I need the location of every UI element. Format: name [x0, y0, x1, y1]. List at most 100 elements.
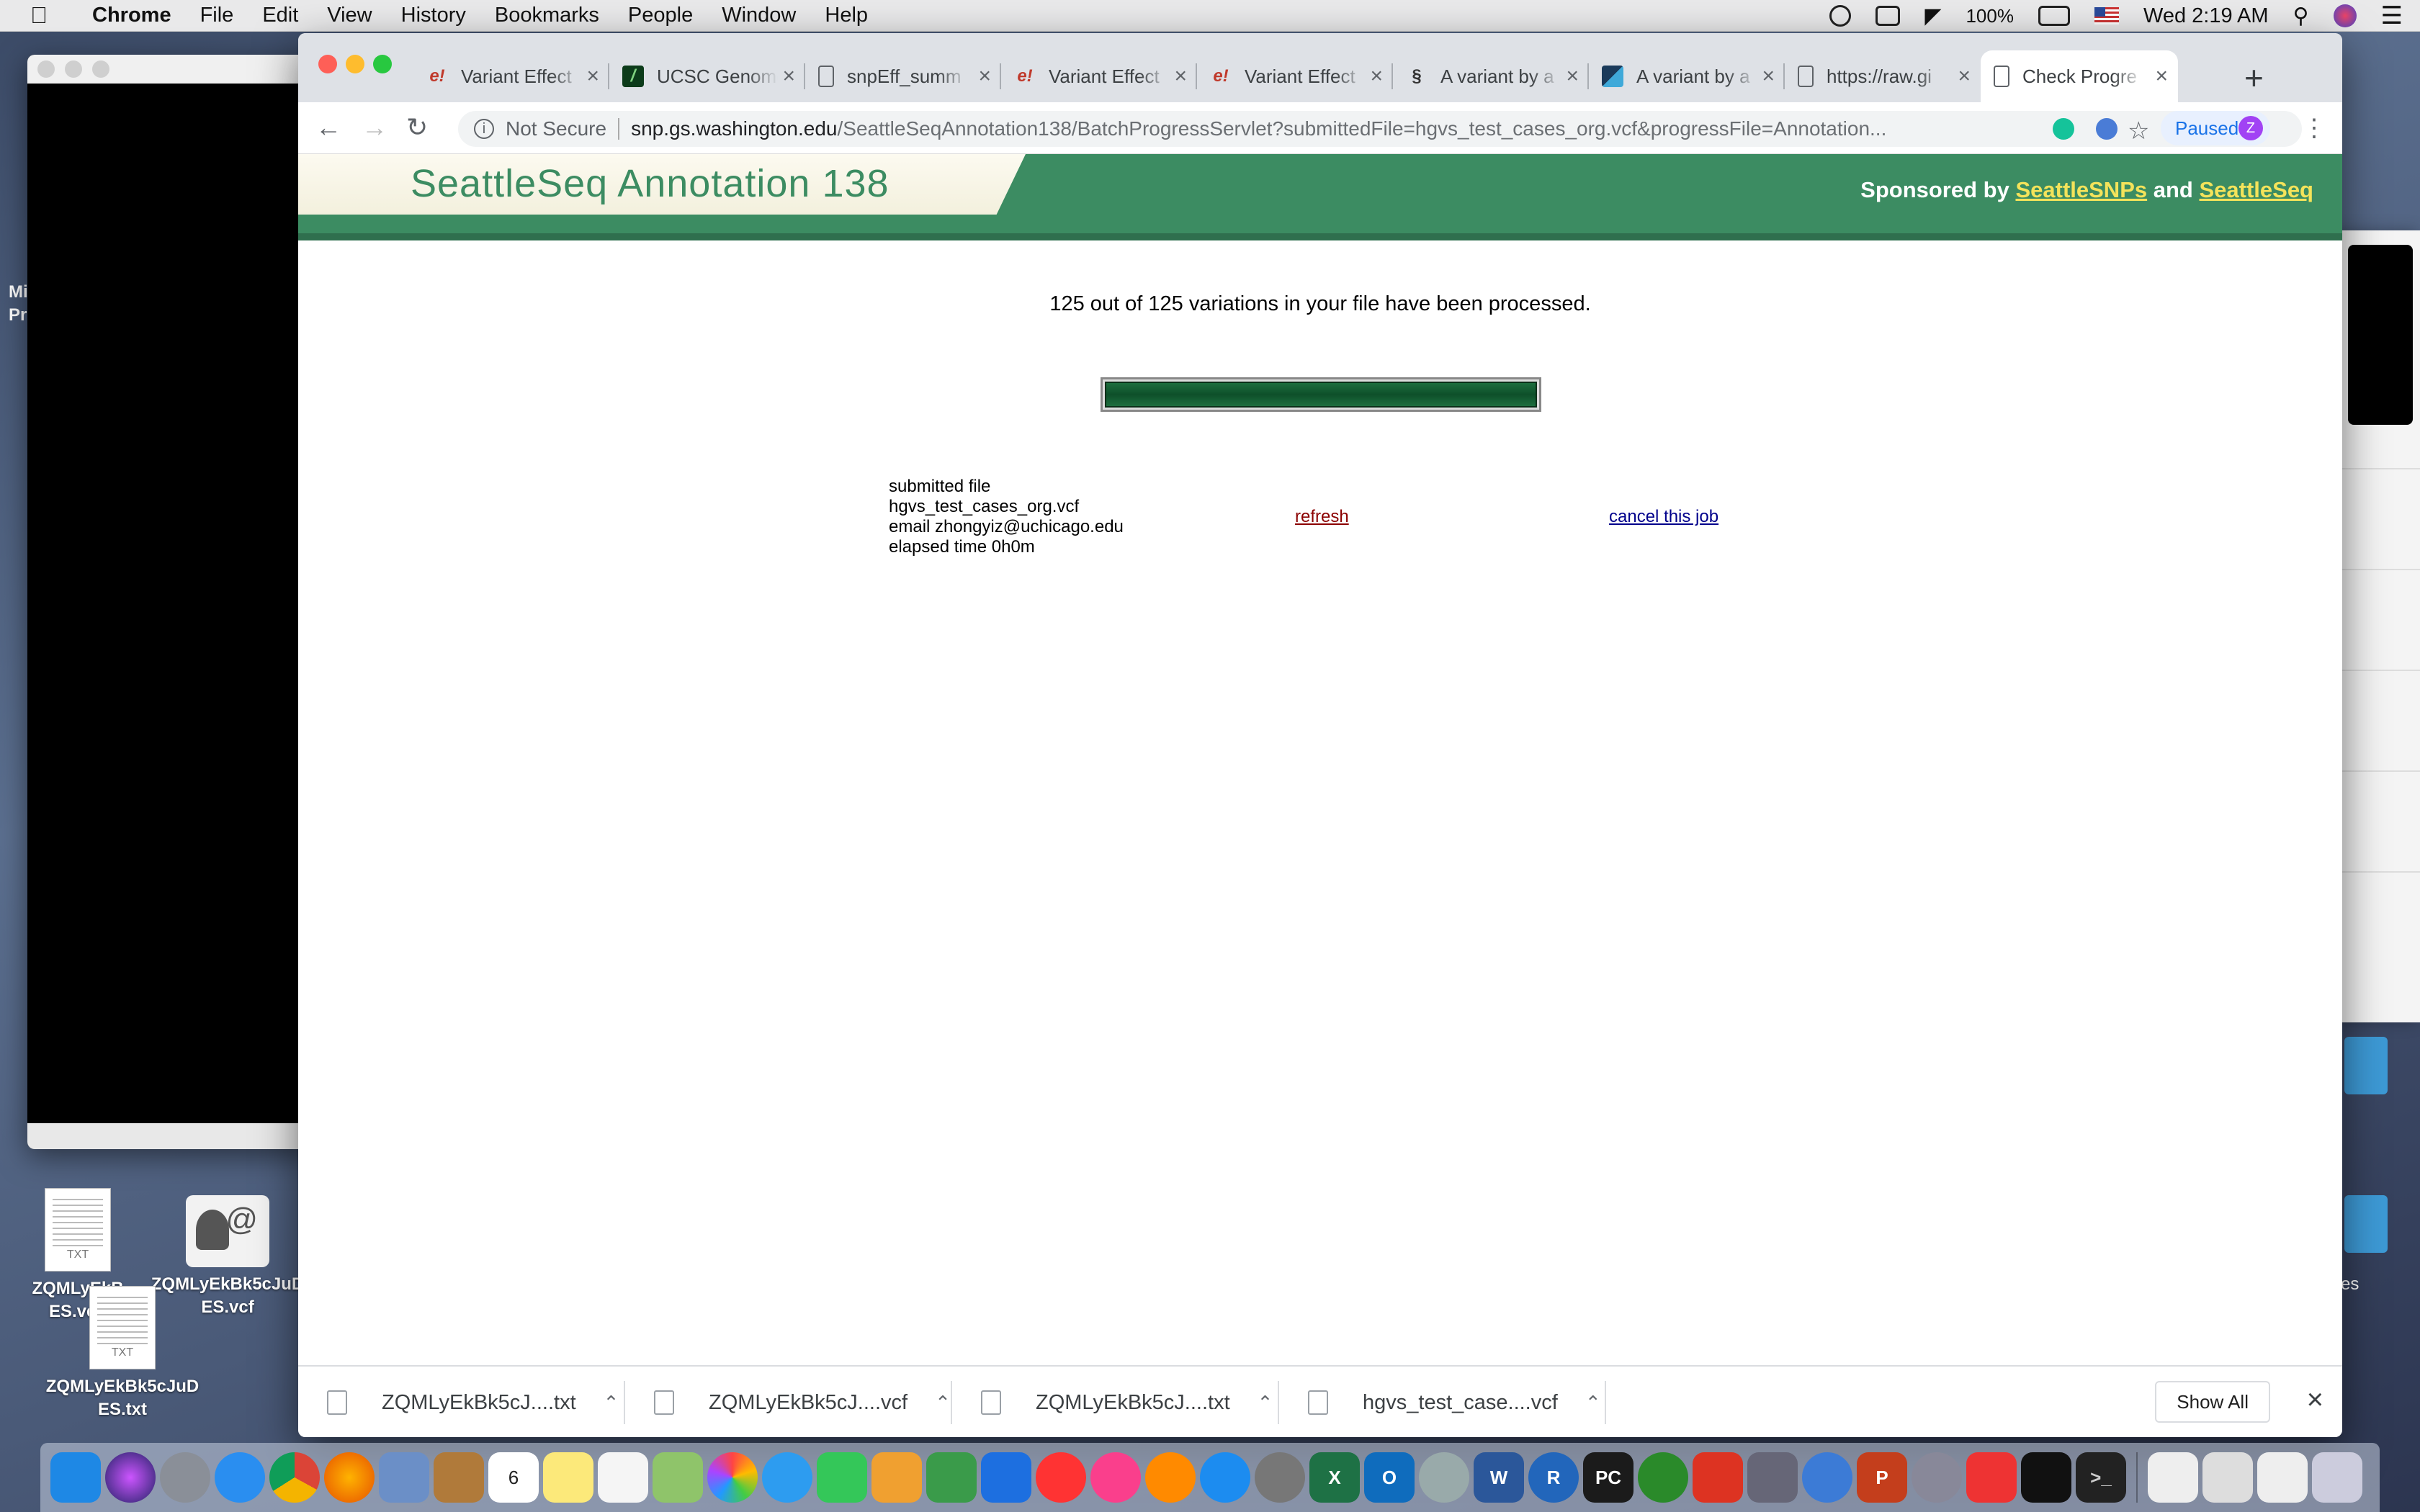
tab-variant-effect-2[interactable]: e! Variant Effect ×	[1001, 50, 1197, 102]
background-terminal-window[interactable]	[27, 55, 315, 1149]
battery-icon[interactable]	[2038, 6, 2070, 26]
airplay-icon[interactable]	[1876, 6, 1901, 26]
menu-window[interactable]: Window	[707, 4, 810, 27]
menu-help[interactable]: Help	[810, 4, 882, 27]
close-tab-icon[interactable]: ×	[1958, 64, 1971, 89]
word-icon[interactable]: W	[1474, 1452, 1524, 1503]
music-icon[interactable]	[1090, 1452, 1141, 1503]
siri-icon[interactable]	[105, 1452, 156, 1503]
reload-icon[interactable]: ↻	[406, 112, 428, 143]
trash-icon[interactable]	[2312, 1452, 2362, 1503]
zoom-window-button[interactable]	[373, 55, 392, 73]
tex-icon[interactable]	[1912, 1452, 1962, 1503]
facetime-icon[interactable]	[817, 1452, 867, 1503]
system-preferences-icon[interactable]	[1255, 1452, 1305, 1503]
wifi-icon[interactable]: ◤	[1924, 4, 1941, 29]
downloads-stack-icon[interactable]	[2257, 1452, 2308, 1503]
download-item[interactable]: ZQMLyEkBk5cJ....txt ⌃	[952, 1367, 1279, 1437]
siri-icon[interactable]	[2333, 4, 2357, 27]
notes-icon[interactable]	[543, 1452, 593, 1503]
download-item[interactable]: ZQMLyEkBk5cJ....vcf ⌃	[625, 1367, 952, 1437]
virtualbox-icon[interactable]	[1747, 1452, 1798, 1503]
seattlesnps-link[interactable]: SeattleSNPs	[2015, 177, 2147, 202]
preview-icon[interactable]	[379, 1452, 429, 1503]
tab-variant-effect-3[interactable]: e! Variant Effect ×	[1197, 50, 1393, 102]
finder-icon[interactable]	[50, 1452, 101, 1503]
chrome-icon[interactable]	[269, 1452, 320, 1503]
security-status[interactable]: Not Secure	[506, 117, 606, 140]
download-item[interactable]: hgvs_test_case....vcf ⌃	[1279, 1367, 1606, 1437]
apple-menu-icon[interactable]: 	[0, 2, 78, 29]
close-tab-icon[interactable]: ×	[1174, 64, 1187, 89]
qq-status-icon[interactable]	[1829, 5, 1852, 27]
tab-snpeff-summary[interactable]: snpEff_summ ×	[805, 50, 1001, 102]
search-extension-icon[interactable]	[2096, 118, 2118, 140]
photos-icon[interactable]	[707, 1452, 758, 1503]
pdf-reader-icon[interactable]	[1966, 1452, 2017, 1503]
site-info-icon[interactable]: i	[474, 119, 494, 139]
terminal-icon[interactable]: >_	[2076, 1452, 2126, 1503]
close-tab-icon[interactable]: ×	[2155, 64, 2168, 89]
back-arrow-icon[interactable]: ←	[315, 112, 341, 143]
chevron-up-icon[interactable]: ⌃	[604, 1392, 619, 1414]
address-bar[interactable]: i Not Secure snp.gs.washington.edu /Seat…	[458, 111, 2302, 147]
tab-a-variant-by-2[interactable]: A variant by a ×	[1589, 50, 1785, 102]
chevron-up-icon[interactable]: ⌃	[1585, 1392, 1601, 1414]
menu-view[interactable]: View	[313, 4, 386, 27]
desktop-file-txt[interactable]: ZQMLyEkBk5cJuD ES.txt	[43, 1286, 202, 1421]
refresh-link[interactable]: refresh	[1295, 507, 1349, 527]
desktop-tile[interactable]	[2344, 1037, 2388, 1094]
desktop-tile[interactable]	[2344, 1195, 2388, 1253]
background-window-right[interactable]	[2334, 230, 2420, 1022]
spotlight-search-icon[interactable]: ⚲	[2293, 4, 2309, 29]
circular-app-icon[interactable]	[1638, 1452, 1688, 1503]
close-tab-icon[interactable]: ×	[978, 64, 991, 89]
pycharm-icon[interactable]: PC	[1583, 1452, 1634, 1503]
menu-history[interactable]: History	[387, 4, 480, 27]
bookmark-star-icon[interactable]: ☆	[2128, 117, 2149, 145]
news-icon[interactable]	[1036, 1452, 1086, 1503]
close-tab-icon[interactable]: ×	[782, 64, 795, 89]
notification-center-icon[interactable]: ☰	[2381, 1, 2403, 30]
reminders-icon[interactable]	[598, 1452, 648, 1503]
app-store-icon[interactable]	[1200, 1452, 1250, 1503]
messages-icon[interactable]	[762, 1452, 812, 1503]
books-icon[interactable]	[1145, 1452, 1196, 1503]
menubar-clock[interactable]: Wed 2:19 AM	[2143, 4, 2269, 28]
menu-app-name[interactable]: Chrome	[78, 4, 186, 27]
youdao-dictionary-icon[interactable]	[1693, 1452, 1743, 1503]
window-title-bar[interactable]	[27, 55, 315, 84]
download-item[interactable]: ZQMLyEkBk5cJ....txt ⌃	[298, 1367, 625, 1437]
tab-raw-github[interactable]: https://raw.gi ×	[1785, 50, 1981, 102]
terminal-window-icon[interactable]	[2021, 1452, 2071, 1503]
close-window-button[interactable]	[318, 55, 337, 73]
calendar-icon[interactable]: 6	[488, 1452, 539, 1503]
menu-people[interactable]: People	[614, 4, 707, 27]
close-tab-icon[interactable]: ×	[1370, 64, 1383, 89]
tab-ucsc-genome[interactable]: / UCSC Genome ×	[609, 50, 805, 102]
tab-variant-effect-1[interactable]: e! Variant Effect ×	[413, 50, 609, 102]
forward-arrow-icon[interactable]: →	[362, 112, 387, 143]
minimize-window-button[interactable]	[346, 55, 364, 73]
pages-icon[interactable]	[871, 1452, 922, 1503]
show-all-downloads-button[interactable]: Show All	[2155, 1381, 2270, 1423]
profile-paused-button[interactable]: Paused Z	[2161, 111, 2270, 145]
chevron-up-icon[interactable]: ⌃	[935, 1392, 951, 1414]
new-tab-button[interactable]: +	[2244, 61, 2264, 94]
numbers-icon[interactable]	[926, 1452, 977, 1503]
rstudio-icon[interactable]: R	[1528, 1452, 1579, 1503]
close-icon[interactable]: ×	[2307, 1384, 2323, 1416]
firefox-icon[interactable]	[324, 1452, 375, 1503]
cancel-job-link[interactable]: cancel this job	[1609, 507, 1718, 527]
outlook-icon[interactable]: O	[1364, 1452, 1415, 1503]
powerpoint-icon[interactable]: P	[1857, 1452, 1907, 1503]
menu-bookmarks[interactable]: Bookmarks	[480, 4, 614, 27]
tab-a-variant-by-1[interactable]: § A variant by a ×	[1393, 50, 1589, 102]
close-tab-icon[interactable]: ×	[586, 64, 599, 89]
close-tab-icon[interactable]: ×	[1762, 64, 1775, 89]
input-source-flag-icon[interactable]	[2094, 7, 2119, 24]
safari-icon[interactable]	[215, 1452, 265, 1503]
excel-icon[interactable]: X	[1309, 1452, 1360, 1503]
r-console-icon[interactable]	[1419, 1452, 1469, 1503]
document-stack-icon[interactable]	[2202, 1452, 2253, 1503]
